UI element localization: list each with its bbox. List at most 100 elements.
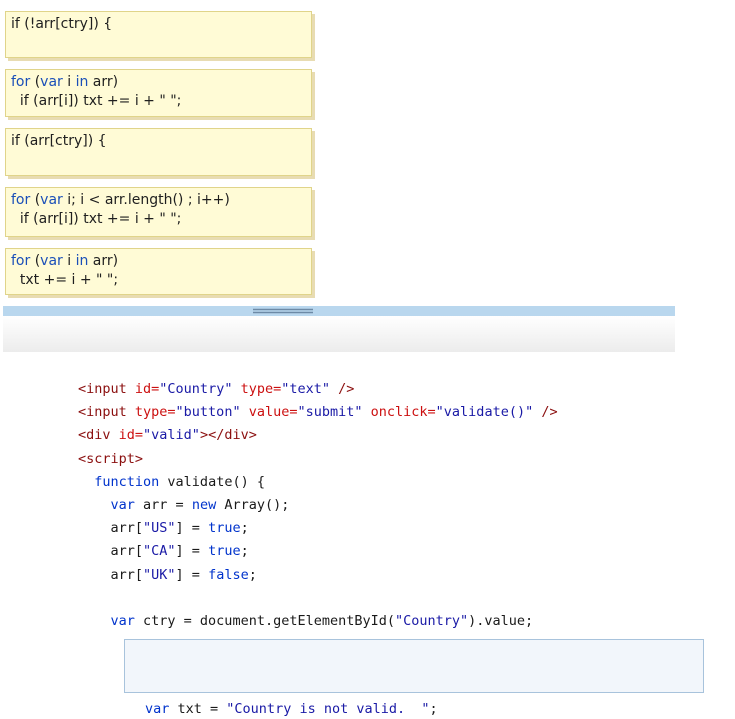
code-token: if (arr[i]) txt += i + " ";: [11, 93, 182, 109]
code-token: validate() {: [159, 473, 265, 490]
code-token: arr[: [78, 520, 144, 537]
answer-drop-target[interactable]: [124, 639, 704, 693]
code-token: "validate()": [435, 404, 534, 421]
code-token: in: [75, 253, 89, 269]
code-line: <input type="button" value="submit" oncl…: [78, 401, 558, 424]
code-token: />: [533, 404, 558, 421]
code-line: <div id="valid"></div>: [78, 424, 558, 447]
tile-code-line: txt += i + " ";: [11, 271, 306, 290]
code-token: ;: [248, 566, 257, 583]
code-token: Array();: [216, 496, 290, 513]
code-token: for: [11, 192, 31, 208]
code-token: ).value;: [468, 612, 534, 629]
code-token: ] =: [175, 566, 209, 583]
answer-tile[interactable]: for (var i in arr) if (arr[i]) txt += i …: [5, 69, 312, 117]
code-token: var: [40, 74, 63, 90]
code-token: ></div>: [199, 427, 257, 444]
code-token: <input: [78, 404, 135, 421]
code-token: ;: [240, 543, 249, 560]
code-token: value=: [240, 404, 298, 421]
code-token: onclick=: [362, 404, 436, 421]
tile-code-line: if (arr[ctry]) {: [11, 132, 306, 151]
answer-tile[interactable]: for (var i in arr) txt += i + " ";: [5, 248, 312, 295]
tile-code-line: if (arr[i]) txt += i + " ";: [11, 92, 306, 111]
code-token: "CA": [143, 543, 176, 560]
code-token: "submit": [297, 404, 363, 421]
code-token: "UK": [143, 566, 176, 583]
code-token: id=: [118, 427, 144, 444]
code-token: i: [62, 74, 76, 90]
code-token: if (!arr[ctry]) {: [11, 16, 113, 32]
code-token: arr): [88, 253, 119, 269]
pane-header-strip: [3, 316, 675, 352]
code-token: ctry = document.getElementById(: [134, 612, 395, 629]
answer-tile[interactable]: for (var i; i < arr.length() ; i++) if (…: [5, 187, 312, 237]
code-line: <script>: [78, 448, 558, 471]
code-token: <input: [78, 381, 135, 397]
code-token: "button": [175, 404, 241, 421]
code-token: if (arr[i]) txt += i + " ";: [11, 211, 182, 227]
code-line: var arr = new Array();: [78, 494, 558, 517]
code-line: <input id="Country" type="text" />: [78, 378, 558, 401]
code-token: />: [330, 381, 355, 397]
code-token: txt += i + " ";: [11, 272, 119, 288]
code-token: "US": [143, 520, 176, 537]
code-line-cut-off: var txt = "Country is not valid. ";: [145, 699, 438, 719]
answer-tile[interactable]: if (arr[ctry]) {: [5, 128, 312, 176]
code-token: var: [145, 701, 170, 717]
code-token: (: [30, 253, 41, 269]
code-token: var: [40, 192, 63, 208]
code-token: arr): [88, 74, 119, 90]
code-token: (: [30, 192, 41, 208]
code-token: "Country is not valid. ": [226, 701, 430, 717]
code-token: <script>: [78, 450, 144, 467]
code-token: if (arr[ctry]) {: [11, 133, 107, 149]
code-token: in: [75, 74, 89, 90]
code-token: "valid": [143, 427, 200, 444]
code-token: arr[: [78, 566, 144, 583]
code-line: var ctry = document.getElementById("Coun…: [78, 610, 558, 633]
code-token: "Country": [159, 381, 233, 397]
code-token: i; i < arr.length() ; i++): [62, 192, 230, 208]
splitter-grip-icon[interactable]: [253, 308, 313, 314]
code-token: txt =: [169, 701, 227, 717]
code-line: function validate() {: [78, 471, 558, 494]
code-token: var: [110, 612, 135, 629]
code-token: function: [94, 473, 160, 490]
code-token: "Country": [395, 612, 469, 629]
code-line: arr["US"] = true;: [78, 517, 558, 540]
code-line: arr["UK"] = false;: [78, 564, 558, 587]
code-token: for: [11, 253, 31, 269]
tile-code-line: for (var i in arr): [11, 252, 306, 271]
code-token: i: [62, 253, 76, 269]
code-token: ] =: [175, 520, 209, 537]
code-line: arr["CA"] = true;: [78, 540, 558, 563]
tile-code-line: for (var i in arr): [11, 73, 306, 92]
code-token: (: [30, 74, 41, 90]
pane-splitter[interactable]: [3, 306, 675, 316]
code-token: for: [11, 74, 31, 90]
code-token: "text": [281, 381, 331, 397]
code-token: type=: [134, 404, 176, 421]
code-token: <div: [78, 427, 119, 444]
code-token: true: [208, 543, 241, 560]
code-token: type=: [232, 381, 282, 397]
tile-code-line: for (var i; i < arr.length() ; i++): [11, 191, 306, 210]
tile-code-line: if (arr[i]) txt += i + " ";: [11, 210, 306, 229]
code-token: false: [208, 566, 249, 583]
code-token: var: [110, 496, 135, 513]
answer-tile[interactable]: if (!arr[ctry]) {: [5, 11, 312, 58]
code-token: var: [40, 253, 63, 269]
code-token: ] =: [175, 543, 209, 560]
code-listing: <input id="Country" type="text" /> <input…: [78, 378, 558, 633]
code-token: ;: [240, 520, 249, 537]
code-token: ;: [429, 701, 438, 717]
tile-code-line: if (!arr[ctry]) {: [11, 15, 306, 34]
code-token: id=: [134, 381, 160, 397]
code-token: new: [191, 496, 217, 513]
code-token: true: [208, 520, 241, 537]
